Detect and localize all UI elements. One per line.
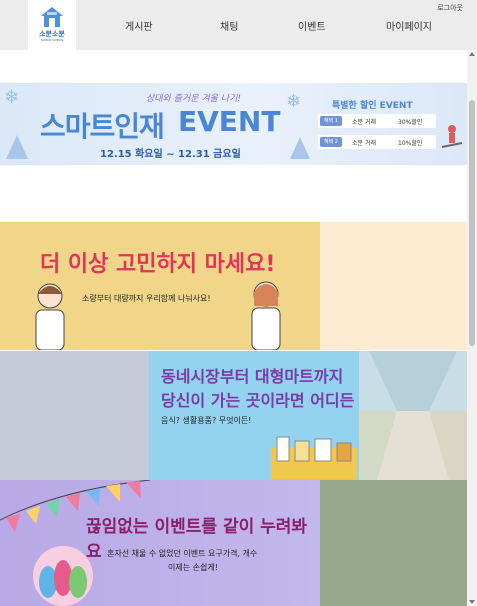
banner4-subtitle-line1: 혼자선 채울 수 없었던 이벤트 요구가격, 개수: [107, 549, 258, 558]
house-icon: [41, 7, 63, 27]
banner4-side-panel: [320, 480, 467, 606]
banner3-side-panel: [0, 351, 149, 480]
snowflake-icon: ❄: [4, 87, 20, 108]
scroll-thumb[interactable]: [469, 100, 475, 346]
banner3-title-line2: 당신이 가는 곳이라면 어디든: [161, 391, 355, 410]
logo-subtext: SOBUN SOBUN: [40, 38, 64, 42]
banner2-side-panel: [320, 222, 467, 350]
event-title-event: EVENT: [178, 105, 281, 138]
promo-banner-share[interactable]: 더 이상 고민하지 마세요! 소량부터 대량까지 우리함께 나눠사요!: [0, 222, 320, 350]
banner2-title: 더 이상 고민하지 마세요!: [40, 252, 276, 277]
vertical-scrollbar[interactable]: [467, 50, 477, 606]
characters-icon: [33, 546, 93, 606]
banner2-subtitle: 소량부터 대량까지 우리함께 나눠사요!: [82, 294, 211, 303]
benefit-desc: 소분 거래: [352, 119, 376, 126]
logo[interactable]: 소분소분 SOBUN SOBUN: [28, 0, 76, 50]
scroll-down-icon[interactable]: [469, 600, 475, 604]
nav-board[interactable]: 게시판: [125, 18, 153, 33]
event-special: 특별한 할인 EVENT: [332, 101, 413, 111]
scroll-up-icon[interactable]: [469, 52, 475, 56]
person-idea-icon: [251, 281, 281, 350]
tree-icon: [290, 137, 310, 159]
nav-chat[interactable]: 채팅: [220, 18, 238, 33]
banner3-title-line1: 동네시장부터 대형마트까지: [161, 367, 344, 386]
logout-link[interactable]: 로그아웃: [437, 3, 463, 13]
benefit-discount: 10%할인: [398, 140, 423, 147]
benefit-discount: 30%할인: [398, 119, 423, 126]
market-street-illustration: [359, 351, 467, 480]
groceries-icon: [271, 436, 357, 479]
promo-banner-events[interactable]: 끊임없는 이벤트를 같이 누려봐요 혼자선 채울 수 없었던 이벤트 요구가격,…: [0, 480, 320, 606]
promo-banner-market[interactable]: 동네시장부터 대형마트까지 당신이 가는 곳이라면 어디든 음식? 생활용품? …: [149, 351, 467, 480]
tree-icon: [6, 135, 28, 159]
benefit-row: 혜택 1 소분 거래 30%할인: [318, 114, 436, 128]
benefit-tag: 혜택 1: [320, 116, 342, 126]
nav-mypage[interactable]: 마이페이지: [386, 18, 432, 33]
nav-event[interactable]: 이벤트: [298, 18, 326, 33]
event-title-main: 스마트인재: [40, 110, 165, 143]
event-subtitle: 상대와 즐거운 겨울 나기!: [146, 94, 241, 104]
benefit-tag: 혜택 2: [320, 137, 342, 147]
person-thinking-icon: [35, 283, 65, 350]
benefit-row: 혜택 2 소분 거래 10%할인: [318, 135, 436, 149]
snowflake-icon: ❄: [286, 91, 302, 112]
banner3-subtitle: 음식? 생활용품? 무엇이든!: [161, 416, 252, 425]
banner4-subtitle-line2: 이제는 손쉽게!: [168, 563, 218, 572]
top-header: 소분소분 SOBUN SOBUN 게시판 채팅 이벤트 마이페이지 로그아웃: [0, 0, 477, 50]
event-date: 12.15 화요일 ~ 12.31 금요일: [100, 149, 241, 160]
benefit-desc: 소분 거래: [352, 140, 376, 147]
event-banner[interactable]: ❄ ❄ 상대와 즐거운 겨울 나기! 스마트인재 EVENT 12.15 화요일…: [0, 83, 467, 165]
skier-icon: [441, 125, 463, 148]
